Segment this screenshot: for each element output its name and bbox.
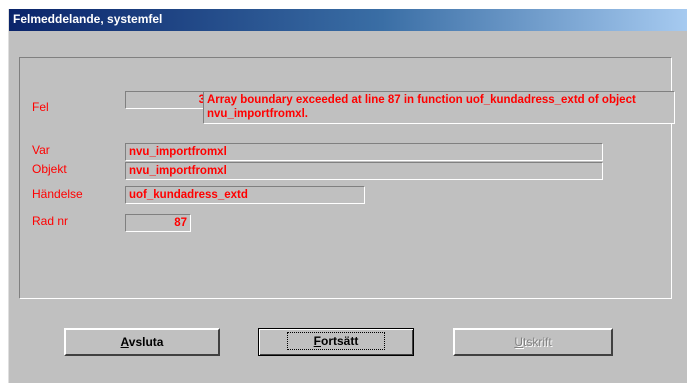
objekt-label: Objekt [32, 162, 67, 176]
handelse-field: uof_kundadress_extd [125, 186, 365, 204]
fortsatt-focus-rect: Fortsätt [286, 332, 386, 350]
avsluta-label-rest: vsluta [128, 335, 164, 349]
rad-nr-field: 87 [125, 214, 191, 232]
error-code-field: 3 [125, 91, 209, 109]
error-details-panel: Fel 3 Array boundary exceeded at line 87… [19, 57, 675, 299]
objekt-field: nvu_importfromxl [125, 162, 603, 180]
fortsatt-accel: F [313, 334, 321, 348]
fel-label: Fel [32, 100, 49, 114]
var-label: Var [32, 143, 50, 157]
avsluta-button[interactable]: Avsluta [64, 328, 220, 356]
error-dialog: Felmeddelande, systemfel Fel 3 Array bou… [8, 9, 687, 383]
rad-nr-label: Rad nr [32, 214, 69, 228]
var-field: nvu_importfromxl [125, 143, 603, 161]
handelse-label: Händelse [32, 187, 83, 201]
utskrift-label-rest: tskrift [523, 335, 552, 349]
utskrift-button[interactable]: Utskrift [453, 328, 613, 356]
avsluta-accel: A [120, 335, 129, 349]
error-message-field: Array boundary exceeded at line 87 in fu… [203, 91, 675, 124]
window-title: Felmeddelande, systemfel [13, 12, 163, 26]
fortsatt-label-rest: ortsätt [321, 334, 359, 348]
fortsatt-button[interactable]: Fortsätt [258, 328, 414, 356]
utskrift-accel: U [514, 335, 523, 349]
title-bar[interactable]: Felmeddelande, systemfel [9, 9, 687, 31]
